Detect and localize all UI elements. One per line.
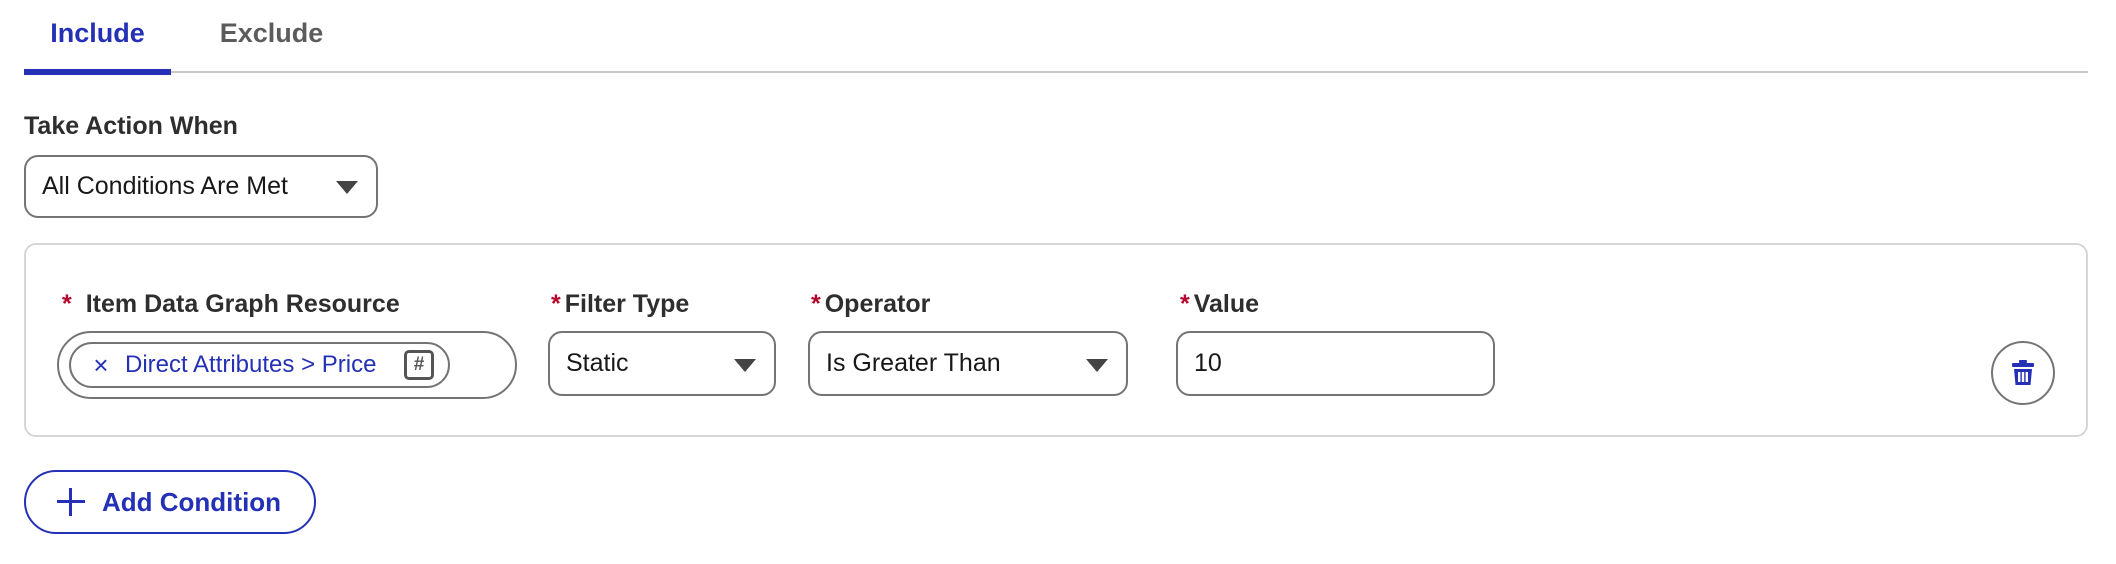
required-marker: *: [811, 290, 821, 318]
chevron-down-icon: [1086, 359, 1108, 372]
chevron-down-icon: [734, 359, 756, 372]
filter-type-select[interactable]: Static: [548, 331, 776, 396]
operator-label: * Operator: [811, 290, 930, 319]
chevron-down-icon: [336, 181, 358, 194]
hash-icon: #: [404, 350, 434, 380]
take-action-select[interactable]: All Conditions Are Met: [24, 155, 378, 218]
filter-type-label-text: Filter Type: [564, 290, 690, 318]
required-marker: *: [62, 290, 72, 318]
value-label: * Value: [1180, 290, 1259, 319]
plus-icon: [56, 487, 86, 517]
operator-value: Is Greater Than: [826, 349, 1001, 377]
take-action-value: All Conditions Are Met: [42, 172, 288, 200]
required-marker: *: [1180, 290, 1190, 318]
resource-lookup-field[interactable]: × Direct Attributes > Price #: [57, 331, 517, 399]
value-label-text: Value: [1193, 290, 1260, 318]
required-marker: *: [551, 290, 561, 318]
add-condition-button[interactable]: Add Condition: [24, 470, 316, 534]
item-data-graph-resource-label: * Item Data Graph Resource: [62, 290, 400, 319]
operator-label-text: Operator: [824, 290, 931, 318]
resource-pill-label: Direct Attributes > Price: [125, 351, 377, 378]
resource-label-text: Item Data Graph Resource: [85, 290, 400, 318]
filter-type-value: Static: [566, 349, 629, 377]
close-icon[interactable]: ×: [81, 352, 121, 378]
filter-condition-page: Include Exclude Take Action When All Con…: [0, 0, 2116, 564]
resource-pill[interactable]: × Direct Attributes > Price #: [69, 342, 450, 388]
tab-include[interactable]: Include: [24, 0, 171, 75]
take-action-when-label: Take Action When: [24, 112, 238, 140]
tab-bar: Include Exclude: [24, 0, 2088, 75]
delete-condition-button[interactable]: [1991, 341, 2055, 405]
filter-type-label: * Filter Type: [551, 290, 689, 319]
operator-select[interactable]: Is Greater Than: [808, 331, 1128, 396]
trash-icon: [2012, 360, 2034, 385]
value-input[interactable]: 10: [1176, 331, 1495, 396]
add-condition-label: Add Condition: [102, 486, 282, 517]
tab-exclude[interactable]: Exclude: [194, 0, 349, 73]
